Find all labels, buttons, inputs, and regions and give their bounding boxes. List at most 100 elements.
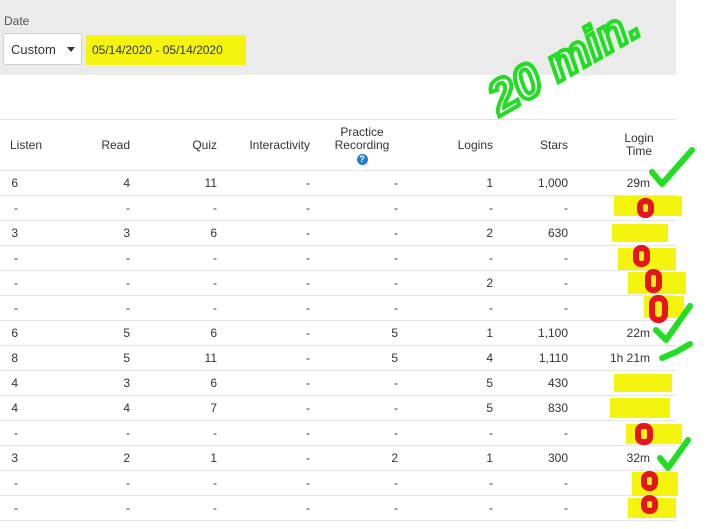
table-row: 4 3 6- -5 430 11m bbox=[0, 370, 676, 396]
cell-listen: 8 bbox=[0, 345, 52, 371]
table-row: ------- bbox=[0, 245, 676, 271]
cell-login-time: 22m bbox=[576, 320, 676, 346]
table-row: 8 5 11-5 4 1,110 1h 21m bbox=[0, 345, 676, 371]
cell-read: 3 bbox=[52, 370, 138, 396]
cell-logins: 4 bbox=[406, 345, 501, 371]
cell-listen: - bbox=[0, 295, 52, 321]
cell-read: - bbox=[52, 245, 138, 271]
cell-quiz: 11 bbox=[138, 170, 225, 196]
cell-stars: 1,110 bbox=[501, 345, 576, 371]
filter-bar: Date Custom 05/14/2020 - 05/14/2020 bbox=[0, 0, 676, 75]
cell-logins: 1 bbox=[406, 320, 501, 346]
cell-stars: - bbox=[501, 495, 576, 521]
cell-quiz: 6 bbox=[138, 320, 225, 346]
cell-quiz: - bbox=[138, 195, 225, 221]
table-row: 4 4 7- -5 830 15m bbox=[0, 395, 676, 421]
date-range-field[interactable]: 05/14/2020 - 05/14/2020 bbox=[86, 35, 246, 65]
cell-interactivity: - bbox=[225, 295, 318, 321]
cell-login-time bbox=[576, 195, 676, 221]
cell-practice-recording: - bbox=[318, 470, 406, 496]
cell-listen: 6 bbox=[0, 170, 52, 196]
cell-interactivity: - bbox=[225, 420, 318, 446]
cell-interactivity: - bbox=[225, 345, 318, 371]
cell-login-time bbox=[576, 270, 676, 296]
cell-practice-recording: - bbox=[318, 370, 406, 396]
date-label: Date bbox=[4, 14, 30, 28]
cell-read: - bbox=[52, 270, 138, 296]
cell-stars: 1,000 bbox=[501, 170, 576, 196]
table-row: 6 5 6-5 1 1,100 22m bbox=[0, 320, 676, 346]
header-read[interactable]: Read bbox=[52, 119, 138, 171]
cell-logins: - bbox=[406, 470, 501, 496]
cell-practice-recording: 2 bbox=[318, 445, 406, 471]
cell-listen: 3 bbox=[0, 445, 52, 471]
cell-login-time bbox=[576, 495, 676, 521]
cell-logins: - bbox=[406, 245, 501, 271]
cell-listen: - bbox=[0, 420, 52, 446]
header-interactivity[interactable]: Interactivity bbox=[225, 119, 318, 171]
cell-practice-recording: - bbox=[318, 295, 406, 321]
table-row: 6 4 11- -1 1,000 29m bbox=[0, 170, 676, 196]
date-preset-select[interactable]: Custom bbox=[3, 33, 82, 65]
header-login-time[interactable]: Login Time bbox=[576, 119, 676, 171]
cell-login-time: 11m bbox=[576, 370, 676, 396]
cell-login-time: 29m bbox=[576, 170, 676, 196]
cell-quiz: - bbox=[138, 245, 225, 271]
cell-login-time bbox=[576, 245, 676, 271]
cell-practice-recording: - bbox=[318, 245, 406, 271]
cell-logins: 1 bbox=[406, 445, 501, 471]
header-quiz[interactable]: Quiz bbox=[138, 119, 225, 171]
cell-stars: - bbox=[501, 270, 576, 296]
cell-quiz: - bbox=[138, 495, 225, 521]
cell-read: 4 bbox=[52, 395, 138, 421]
cell-stars: 630 bbox=[501, 220, 576, 246]
cell-logins: - bbox=[406, 295, 501, 321]
chevron-down-icon bbox=[67, 47, 75, 52]
cell-listen: - bbox=[0, 270, 52, 296]
header-practice-recording-label: Practice Recording bbox=[334, 124, 390, 152]
cell-read: 3 bbox=[52, 220, 138, 246]
cell-read: - bbox=[52, 495, 138, 521]
cell-login-time: 1h 21m bbox=[576, 345, 676, 371]
cell-quiz: - bbox=[138, 295, 225, 321]
header-logins[interactable]: Logins bbox=[406, 119, 501, 171]
cell-practice-recording: 5 bbox=[318, 320, 406, 346]
cell-quiz: 6 bbox=[138, 370, 225, 396]
cell-quiz: 11 bbox=[138, 345, 225, 371]
table-body: 6 4 11- -1 1,000 29m - - - - - - -3 3 6- -2 630 12m - - - - - -… bbox=[0, 170, 676, 521]
header-listen[interactable]: Listen bbox=[0, 119, 52, 171]
cell-logins: 2 bbox=[406, 270, 501, 296]
cell-interactivity: - bbox=[225, 445, 318, 471]
cell-read: 2 bbox=[52, 445, 138, 471]
cell-quiz: 1 bbox=[138, 445, 225, 471]
header-practice-recording[interactable]: Practice Recording ? bbox=[318, 119, 406, 171]
cell-read: - bbox=[52, 195, 138, 221]
cell-interactivity: - bbox=[225, 195, 318, 221]
table-row: 3 2 1-2 1 300 32m bbox=[0, 445, 676, 471]
cell-practice-recording: - bbox=[318, 170, 406, 196]
header-row: Listen Read Quiz Interactivity Practice … bbox=[0, 119, 676, 171]
cell-logins: - bbox=[406, 495, 501, 521]
table-row: ------- bbox=[0, 295, 676, 321]
header-stars[interactable]: Stars bbox=[501, 119, 576, 171]
cell-practice-recording: - bbox=[318, 495, 406, 521]
cell-stars: - bbox=[501, 295, 576, 321]
cell-interactivity: - bbox=[225, 170, 318, 196]
table-row: -----2- bbox=[0, 270, 676, 296]
cell-practice-recording: - bbox=[318, 395, 406, 421]
cell-practice-recording: - bbox=[318, 270, 406, 296]
cell-read: 5 bbox=[52, 320, 138, 346]
cell-practice-recording: - bbox=[318, 420, 406, 446]
cell-login-time bbox=[576, 295, 676, 321]
cell-practice-recording: - bbox=[318, 220, 406, 246]
cell-interactivity: - bbox=[225, 495, 318, 521]
cell-read: - bbox=[52, 295, 138, 321]
cell-read: 5 bbox=[52, 345, 138, 371]
cell-listen: 6 bbox=[0, 320, 52, 346]
cell-quiz: 6 bbox=[138, 220, 225, 246]
cell-interactivity: - bbox=[225, 320, 318, 346]
cell-login-time bbox=[576, 420, 676, 446]
help-icon[interactable]: ? bbox=[356, 153, 368, 165]
cell-read: - bbox=[52, 470, 138, 496]
date-preset-value: Custom bbox=[11, 42, 56, 57]
